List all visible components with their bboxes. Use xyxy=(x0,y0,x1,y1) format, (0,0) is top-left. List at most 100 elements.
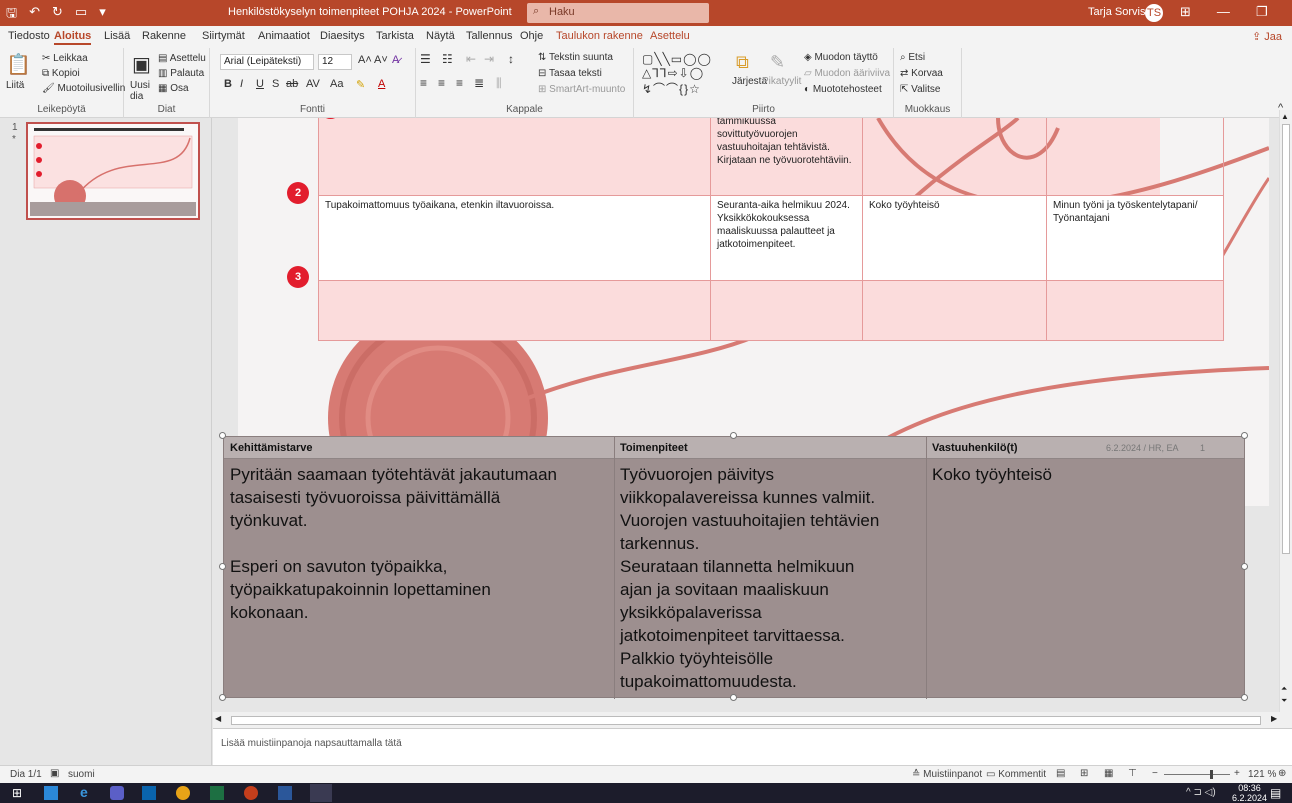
font-name-dropdown[interactable]: Arial (Leipäteksti) xyxy=(220,54,314,70)
header-development-need[interactable]: Kehittämistarve xyxy=(230,442,313,454)
text-direction-button[interactable]: ⇅ Tekstin suunta xyxy=(538,52,613,63)
word-icon[interactable] xyxy=(278,786,292,800)
language-label[interactable]: suomi xyxy=(68,769,95,780)
paste-button[interactable]: Liitä xyxy=(6,80,24,91)
reset-button[interactable]: ▥ Palauta xyxy=(158,68,204,79)
scroll-right-icon[interactable]: ▶ xyxy=(1271,714,1277,723)
table-cell[interactable] xyxy=(862,118,1047,196)
table-cell[interactable]: Tupakoimattomuus työaikana, etenkin ilta… xyxy=(318,195,711,281)
comments-toggle[interactable]: ▭ Kommentit xyxy=(986,769,1046,780)
spellcheck-icon[interactable]: ▣ xyxy=(50,768,59,779)
horizontal-scrollbar[interactable]: ◀ ▶ xyxy=(213,712,1292,728)
responsible-text[interactable]: Koko työyhteisö xyxy=(932,463,1052,486)
resize-handle[interactable] xyxy=(1241,432,1248,439)
scroll-up-icon[interactable]: ▲ xyxy=(1281,112,1289,121)
powerpoint-icon[interactable] xyxy=(244,786,258,800)
resize-handle[interactable] xyxy=(1241,694,1248,701)
table-cell[interactable] xyxy=(318,280,711,341)
present-icon[interactable]: ▭ xyxy=(75,4,87,26)
align-left-icon[interactable]: ≡ xyxy=(420,76,427,90)
highlight-icon[interactable]: ✎ xyxy=(356,78,365,91)
vertical-scrollbar[interactable]: ▲ ⏶ ⏷ xyxy=(1279,110,1292,712)
bold-icon[interactable]: B xyxy=(224,78,232,90)
increase-indent-icon[interactable]: ⇥ xyxy=(484,52,494,66)
table-cell[interactable] xyxy=(1046,118,1224,196)
notes-toggle[interactable]: ≙ Muistiinpanot xyxy=(912,769,982,780)
actions-text[interactable]: Työvuorojen päivitys viikkopalavereissa … xyxy=(620,463,879,693)
edge-icon[interactable]: e xyxy=(80,784,88,800)
strikethrough-icon[interactable]: ab xyxy=(286,78,298,90)
header-actions[interactable]: Toimenpiteet xyxy=(620,442,688,454)
notes-pane[interactable]: Lisää muistiinpanoja napsauttamalla tätä xyxy=(213,728,1292,765)
resize-handle[interactable] xyxy=(219,694,226,701)
decrease-indent-icon[interactable]: ⇤ xyxy=(466,52,476,66)
grow-font-icon[interactable]: A˄ xyxy=(358,54,372,66)
notifications-icon[interactable]: ▤ xyxy=(1270,786,1281,800)
shapes-gallery-row2-icon[interactable]: △⅂⅂⇨⇩◯ xyxy=(642,66,704,80)
underline-icon[interactable]: U xyxy=(256,78,264,90)
italic-icon[interactable]: I xyxy=(240,78,243,90)
new-slide-icon[interactable]: ▣ xyxy=(132,52,151,77)
clock[interactable]: 08:36 6.2.2024 xyxy=(1232,783,1267,803)
teams-icon[interactable] xyxy=(110,786,124,800)
zoom-in-icon[interactable]: + xyxy=(1234,768,1240,779)
scroll-left-icon[interactable]: ◀ xyxy=(215,714,221,723)
shape-fill-button[interactable]: ◈ Muodon täyttö xyxy=(804,52,878,63)
select-button[interactable]: ⇱ Valitse xyxy=(900,84,940,95)
numbering-icon[interactable]: ☷ xyxy=(442,52,453,66)
system-tray-icons[interactable]: ^ ⊐ ◁) xyxy=(1186,787,1216,798)
fit-slide-icon[interactable]: ⊕ xyxy=(1278,768,1286,779)
font-size-dropdown[interactable]: 12 xyxy=(318,54,352,70)
overlay-table[interactable]: Kehittämistarve Toimenpiteet Vastuuhenki… xyxy=(223,436,1245,699)
table-cell[interactable] xyxy=(710,280,863,341)
clear-format-icon[interactable]: A̷ xyxy=(392,54,399,66)
replace-button[interactable]: ⇄ Korvaa xyxy=(900,68,943,79)
arrange-icon[interactable]: ⧉ xyxy=(736,52,749,73)
zoom-level[interactable]: 121 % xyxy=(1248,769,1276,780)
tab-review[interactable]: Tarkista xyxy=(376,30,414,42)
outlook-app-icon[interactable] xyxy=(142,786,156,800)
tab-file[interactable]: Tiedosto xyxy=(8,30,50,42)
development-need-text[interactable]: Pyritään saamaan työtehtävät jakautumaan… xyxy=(230,463,557,624)
columns-icon[interactable]: ⫼ xyxy=(496,76,502,91)
windows-start-icon[interactable]: ⊞ xyxy=(12,786,22,800)
tab-insert[interactable]: Lisää xyxy=(104,30,130,42)
quick-styles-button[interactable]: Pikatyylit xyxy=(762,76,801,87)
resize-handle[interactable] xyxy=(1241,563,1248,570)
resize-handle[interactable] xyxy=(219,563,226,570)
shrink-font-icon[interactable]: A˅ xyxy=(374,54,388,66)
tab-transitions[interactable]: Siirtymät xyxy=(202,30,245,42)
minimize-icon[interactable]: — xyxy=(1217,4,1230,20)
restore-icon[interactable]: ❐ xyxy=(1256,4,1268,20)
shapes-gallery-row3-icon[interactable]: ↯⌒⌒{}☆ xyxy=(642,80,701,97)
reading-view-icon[interactable]: ▦ xyxy=(1104,768,1113,779)
scroll-thumb[interactable] xyxy=(1282,124,1290,554)
slide-sorter-icon[interactable]: ⊞ xyxy=(1080,768,1088,779)
char-spacing-icon[interactable]: AV xyxy=(306,78,320,90)
tab-slideshow[interactable]: Diaesitys xyxy=(320,30,365,42)
table-cell[interactable] xyxy=(318,118,711,196)
normal-view-icon[interactable]: ▤ xyxy=(1056,768,1065,779)
share-button[interactable]: ⇪ Jaa xyxy=(1252,30,1282,43)
search-box[interactable]: ⌕ Haku xyxy=(527,3,709,23)
save-icon[interactable]: 🖫 xyxy=(6,4,17,26)
shadow-icon[interactable]: S xyxy=(272,78,279,90)
tab-table-layout[interactable]: Asettelu xyxy=(650,30,690,42)
prev-slide-icon[interactable]: ⏶ xyxy=(1281,684,1287,694)
shape-outline-button[interactable]: ▱ Muodon ääriviiva xyxy=(804,68,890,79)
shape-effects-button[interactable]: ◐ Muototehosteet xyxy=(804,84,882,95)
header-responsible[interactable]: Vastuuhenkilö(t) xyxy=(932,442,1018,454)
format-painter-button[interactable]: 🖌 Muotoilusivellin xyxy=(42,83,125,94)
find-button[interactable]: ⌕ Etsi xyxy=(900,52,925,63)
tab-view[interactable]: Näytä xyxy=(426,30,455,42)
bullets-icon[interactable]: ☰ xyxy=(420,52,431,66)
undo-icon[interactable]: ↶ xyxy=(29,4,40,26)
resize-handle[interactable] xyxy=(730,432,737,439)
table-cell[interactable]: tammikuussa sovittutyövuorojen vastuuhoi… xyxy=(710,118,863,196)
zoom-slider-thumb[interactable] xyxy=(1210,770,1213,779)
cut-button[interactable]: ✂ Leikkaa xyxy=(42,53,88,64)
scroll-thumb[interactable] xyxy=(231,716,1261,725)
zoom-out-icon[interactable]: − xyxy=(1152,768,1158,779)
tab-record[interactable]: Tallennus xyxy=(466,30,512,42)
resize-handle[interactable] xyxy=(730,694,737,701)
